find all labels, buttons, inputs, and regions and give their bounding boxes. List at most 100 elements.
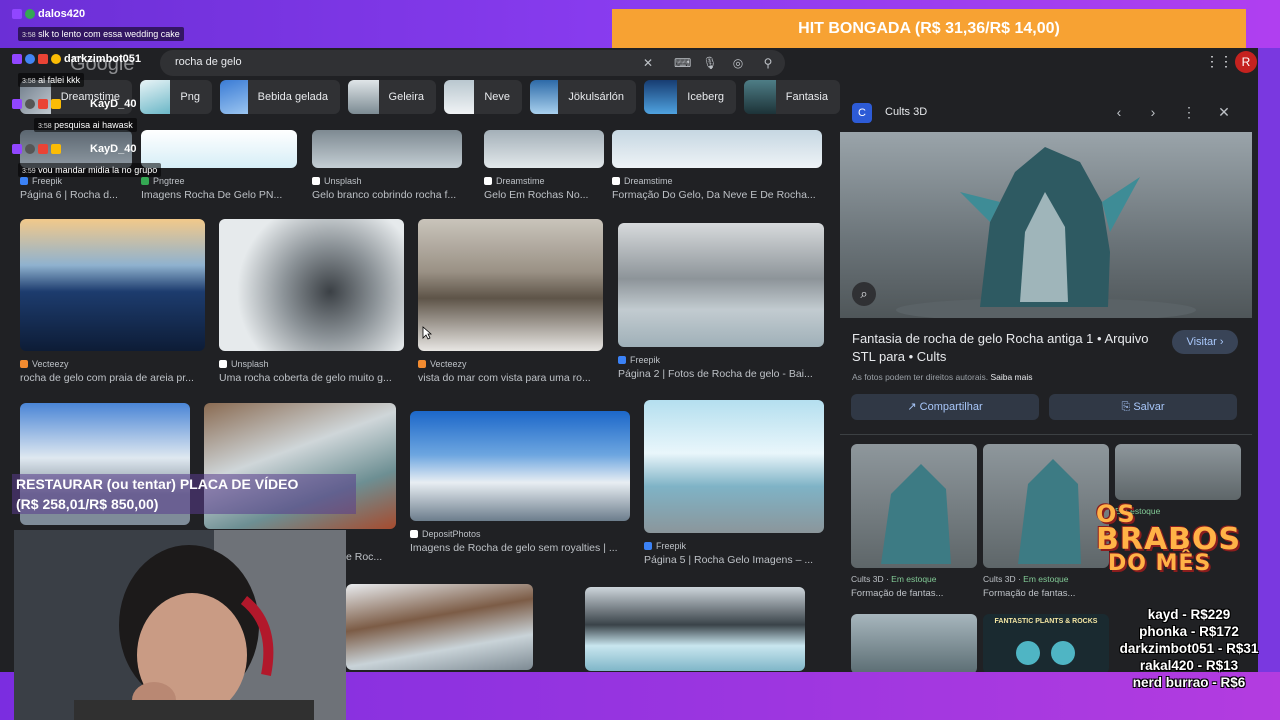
result-image[interactable]: [644, 400, 824, 533]
chip-bebida-gelada[interactable]: Bebida gelada: [220, 80, 340, 114]
chip-thumb: [140, 80, 171, 114]
chip-neve[interactable]: Neve: [444, 80, 522, 114]
panel-header: C Cults 3D ‹ › ⋮ ✕: [840, 94, 1252, 132]
result-title[interactable]: Página 5 | Rocha Gelo Imagens – ...: [644, 554, 824, 566]
search-icon[interactable]: ⚲: [760, 55, 776, 71]
close-icon[interactable]: ✕: [1215, 104, 1233, 121]
next-icon[interactable]: ›: [1144, 104, 1162, 120]
copyright-note: As fotos podem ter direitos autorais. Sa…: [852, 372, 1033, 382]
chip-label: Neve: [484, 91, 510, 103]
result-image[interactable]: [312, 130, 462, 168]
result-title[interactable]: Página 2 | Fotos de Rocha de gelo - Bai.…: [618, 368, 824, 380]
result-card[interactable]: Pngtree Imagens Rocha De Gelo PN...: [141, 130, 297, 201]
preview-image[interactable]: ⌕: [840, 132, 1252, 318]
lens-search-icon[interactable]: ⌕: [852, 282, 876, 306]
prev-icon[interactable]: ‹: [1110, 104, 1128, 120]
related-card[interactable]: Cults 3D · Em estoque Formação de fantas…: [851, 444, 977, 599]
twitch-badge-icon: [12, 9, 22, 19]
cults-logo-icon: C: [852, 103, 872, 123]
chip-label: Jökulsárlón: [568, 91, 624, 103]
result-card[interactable]: Dreamstime Formação Do Gelo, Da Neve E D…: [612, 130, 822, 201]
search-box[interactable]: rocha de gelo ✕ ⌨ 🎙 ◎ ⚲: [160, 50, 785, 76]
result-card[interactable]: Vecteezy rocha de gelo com praia de arei…: [20, 219, 205, 384]
related-caption: FANTASTIC PLANTS & ROCKS: [994, 618, 1098, 625]
result-card[interactable]: Unsplash Gelo branco cobrindo rocha f...: [312, 130, 462, 201]
result-title[interactable]: Gelo Em Rochas No...: [484, 189, 604, 201]
related-source: Cults 3D · Em estoque: [983, 574, 1069, 584]
emote-icon: [51, 54, 61, 64]
result-image[interactable]: [585, 587, 805, 671]
related-card[interactable]: Cults 3D · Em estoque Formação de fantas…: [983, 444, 1109, 599]
result-image[interactable]: [141, 130, 297, 168]
chip-iceberg[interactable]: Iceberg: [644, 80, 736, 114]
result-title[interactable]: e Roc...: [346, 551, 396, 563]
result-card[interactable]: [346, 584, 533, 670]
result-title[interactable]: Imagens de Rocha de gelo sem royalties |…: [410, 542, 630, 554]
result-image[interactable]: [346, 584, 533, 670]
result-image[interactable]: [20, 219, 205, 351]
microphone-icon[interactable]: 🎙: [702, 55, 718, 71]
related-image[interactable]: [983, 444, 1109, 568]
webcam-image: [14, 530, 346, 720]
panel-title[interactable]: Fantasia de rocha de gelo Rocha antiga 1…: [852, 330, 1152, 366]
chat-message: 3:58 slk to lento com essa wedding cake: [18, 27, 184, 41]
avatar[interactable]: R: [1235, 51, 1257, 73]
chip-geleira[interactable]: Geleira: [348, 80, 436, 114]
chip-thumb: [530, 80, 559, 114]
save-button[interactable]: ⎘ Salvar: [1049, 394, 1237, 420]
chat-message: 3:58 ai falei kkk: [18, 73, 85, 87]
related-image[interactable]: [851, 614, 977, 672]
related-title[interactable]: Formação de fantas...: [851, 588, 977, 599]
search-input[interactable]: rocha de gelo: [175, 56, 242, 68]
result-card[interactable]: Unsplash Uma rocha coberta de gelo muito…: [219, 219, 404, 384]
chat-username: KayD_40: [90, 98, 137, 110]
result-title[interactable]: rocha de gelo com praia de areia pr...: [20, 372, 205, 384]
related-image[interactable]: [851, 444, 977, 568]
share-button[interactable]: ↗ Compartilhar: [851, 394, 1039, 420]
result-image[interactable]: [618, 223, 824, 347]
result-card[interactable]: DepositPhotos Imagens de Rocha de gelo s…: [410, 411, 630, 554]
divider: [840, 434, 1252, 435]
keyboard-icon[interactable]: ⌨: [674, 55, 691, 71]
result-image[interactable]: [410, 411, 630, 521]
ranking-item: darkzimbot051 - R$31: [1119, 641, 1259, 656]
result-image[interactable]: [612, 130, 822, 168]
result-card[interactable]: e Roc...: [346, 548, 396, 563]
result-title[interactable]: vista do mar com vista para uma ro...: [418, 372, 603, 384]
chip-png[interactable]: Png: [140, 80, 212, 114]
chip-thumb: [220, 80, 248, 114]
panel-site-name[interactable]: Cults 3D: [885, 106, 927, 118]
more-icon[interactable]: ⋮: [1180, 104, 1198, 121]
chat-message: 3:59 vou mandar midia la no grupo: [18, 163, 162, 177]
result-image[interactable]: [219, 219, 404, 351]
result-card[interactable]: Freepik Página 2 | Fotos de Rocha de gel…: [618, 223, 824, 380]
emote-icon: [51, 144, 61, 154]
related-image[interactable]: [1115, 444, 1241, 500]
related-title[interactable]: Formação de fantas...: [983, 588, 1109, 599]
related-image[interactable]: FANTASTIC PLANTS & ROCKS: [983, 614, 1109, 672]
visit-button[interactable]: Visitar ›: [1172, 330, 1238, 354]
result-source: Freepik: [20, 176, 132, 186]
preview-image-art: [896, 147, 1196, 318]
result-title[interactable]: Uma rocha coberta de gelo muito g...: [219, 372, 404, 384]
result-image[interactable]: [484, 130, 604, 168]
result-card[interactable]: [585, 587, 805, 671]
lens-icon[interactable]: ◎: [730, 55, 746, 71]
result-card[interactable]: Dreamstime Gelo Em Rochas No...: [484, 130, 604, 201]
result-title[interactable]: Gelo branco cobrindo rocha f...: [312, 189, 462, 201]
chat-username: KayD_40: [90, 143, 137, 155]
result-title[interactable]: Página 6 | Rocha d...: [20, 189, 132, 201]
restore-goal-banner: RESTAURAR (ou tentar) PLACA DE VÍDEO (R$…: [12, 474, 356, 514]
result-card[interactable]: Vecteezy vista do mar com vista para uma…: [418, 219, 603, 384]
result-card[interactable]: Freepik Página 5 | Rocha Gelo Imagens – …: [644, 400, 824, 566]
result-source: Pngtree: [141, 176, 297, 186]
ranking-item: phonka - R$172: [1139, 624, 1239, 639]
chip-jokulsarlon[interactable]: Jökulsárlón: [530, 80, 636, 114]
chip-fantasia[interactable]: Fantasia: [744, 80, 840, 114]
learn-more-link[interactable]: Saiba mais: [990, 372, 1032, 382]
result-title[interactable]: Formação Do Gelo, Da Neve E De Rocha...: [612, 189, 822, 201]
clear-icon[interactable]: ✕: [640, 55, 656, 71]
result-title[interactable]: Imagens Rocha De Gelo PN...: [141, 189, 297, 201]
result-source: Unsplash: [312, 176, 462, 186]
result-image[interactable]: [418, 219, 603, 351]
